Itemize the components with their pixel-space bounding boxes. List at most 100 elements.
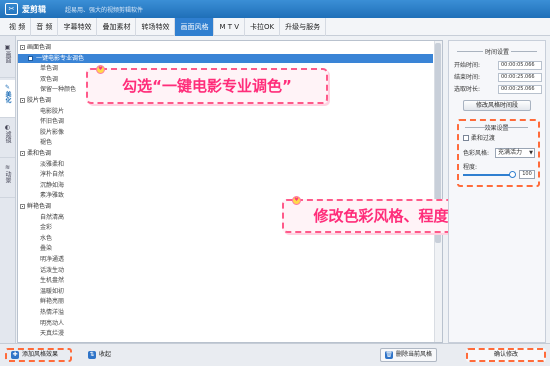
degree-slider-thumb[interactable]: [509, 171, 516, 178]
list-item-label: 话泼生动: [40, 266, 65, 274]
style-item[interactable]: 鲜艳亮丽: [40, 297, 64, 306]
style-item[interactable]: 淳朴自然: [40, 170, 64, 179]
main-menu-bar: 视 频音 频字幕特效 叠加素材 转场特效 画面风格 M T V 卡拉OK 升级与服务: [0, 17, 550, 36]
add-style-effect-button[interactable]: ✚ 添加风格效果: [5, 348, 72, 362]
style-item[interactable]: 怀旧色调: [40, 117, 64, 126]
time-row-start: 开始时间: 00:00:05.066: [454, 61, 542, 70]
list-item-label: 怀旧色调: [40, 118, 65, 126]
list-item-label: 胶片影像: [40, 128, 65, 136]
style-item[interactable]: 话泼生动: [40, 266, 64, 275]
list-item-label: 生机盎然: [40, 277, 65, 285]
side-tab-1[interactable]: ✎ 美化: [0, 80, 15, 118]
category-header[interactable]: 胶片色调: [20, 96, 51, 105]
list-item-label: 明亮动人: [40, 319, 65, 327]
settings-panel: 时间设置 开始时间: 00:00:05.066 结束时间: 00:00:25.066…: [448, 40, 546, 343]
style-item[interactable]: 叠染: [40, 244, 52, 253]
menu-tab-4[interactable]: 转场特效: [136, 17, 176, 36]
app-name: 爱剪辑: [22, 5, 46, 14]
list-item-label: 一键电影专业调色: [36, 54, 85, 62]
list-item-label: 温暖如初: [40, 287, 65, 295]
list-item-label: 淡雅柔和: [40, 160, 65, 168]
list-item-label: 鲜艳色调: [27, 203, 52, 210]
motion-icon: ≋: [4, 164, 11, 171]
degree-slider-track[interactable]: [463, 174, 513, 176]
time-row-duration: 选取时长: 00:00:25.066: [454, 85, 542, 94]
style-item[interactable]: 温暖如初: [40, 287, 64, 296]
list-item-label: 褪色: [40, 139, 53, 147]
style-item[interactable]: 双色调: [40, 75, 58, 84]
style-item[interactable]: 明净通透: [40, 255, 64, 264]
callout-pin-icon: ♥: [96, 65, 105, 74]
app-logo-icon: ✂: [5, 3, 18, 15]
style-item[interactable]: 天真烂漫: [40, 329, 64, 338]
list-scrollbar[interactable]: [434, 41, 442, 342]
bottom-toolbar: ✚ 添加风格效果 ⇅ 收起 🗑 删除当前风格 确认修改: [0, 343, 550, 366]
style-item[interactable]: 淡雅柔和: [40, 160, 64, 169]
style-item[interactable]: 素净雅致: [40, 191, 64, 200]
category-header[interactable]: 柔和色调: [20, 149, 51, 158]
list-item-label: 画面色调: [27, 44, 52, 51]
collapse-toggle-icon[interactable]: [20, 98, 25, 103]
selected-checkbox[interactable]: [28, 55, 33, 61]
modify-time-range-button[interactable]: 修改风格时间段: [463, 100, 531, 111]
style-item[interactable]: 沉静如海: [40, 181, 64, 190]
list-item-label: 金彩: [40, 224, 53, 232]
side-tab-label: 动景: [4, 171, 11, 183]
collapse-button[interactable]: ⇅ 收起: [84, 348, 115, 362]
side-tab-0[interactable]: ▣ 画面: [0, 40, 15, 78]
soft-transition-checkbox[interactable]: [463, 135, 469, 141]
side-tab-label: 滤镜: [4, 131, 11, 143]
style-item[interactable]: 明亮动人: [40, 319, 64, 328]
time-row-end: 结束时间: 00:00:25.066: [454, 73, 542, 82]
collapse-toggle-icon[interactable]: [20, 45, 25, 50]
effect-settings-box: 效果设置 柔和过渡 色彩风格: 充满活力 ▼ 程度: 100: [457, 119, 540, 187]
end-time-field[interactable]: 00:00:25.066: [498, 73, 542, 82]
menu-tab-6[interactable]: M T V: [214, 17, 246, 36]
menu-tab-0[interactable]: 视 频: [4, 17, 32, 36]
menu-tab-5[interactable]: 画面风格: [175, 17, 215, 36]
color-style-select[interactable]: 充满活力 ▼: [495, 148, 535, 158]
trash-icon: 🗑: [385, 351, 393, 359]
style-item[interactable]: 水色: [40, 234, 52, 243]
start-time-field[interactable]: 00:00:05.066: [498, 61, 542, 70]
color-style-value: 充满活力: [498, 149, 523, 156]
duration-field[interactable]: 00:00:25.066: [498, 85, 542, 94]
style-item[interactable]: 保留一种颜色: [40, 85, 76, 94]
style-item[interactable]: 生机盎然: [40, 276, 64, 285]
category-header[interactable]: 鲜艳色调: [20, 202, 51, 211]
confirm-modify-button[interactable]: 确认修改: [466, 348, 546, 362]
callout-modify-text: 修改色彩风格、程度: [313, 207, 449, 225]
list-item-label: 柔和色调: [27, 150, 52, 157]
chevron-down-icon: ▼: [529, 150, 533, 156]
add-effect-icon: ✚: [11, 351, 19, 359]
collapse-toggle-icon[interactable]: [20, 204, 25, 209]
side-tab-3[interactable]: ≋ 动景: [0, 160, 15, 198]
style-item[interactable]: 自然清高: [40, 213, 64, 222]
list-item-label: 鲜艳亮丽: [40, 298, 65, 306]
category-header[interactable]: 画面色调: [20, 43, 51, 52]
menu-tab-2[interactable]: 字幕特效: [58, 17, 98, 36]
style-item[interactable]: 金彩: [40, 223, 52, 232]
style-item[interactable]: 单色调: [40, 64, 58, 73]
side-tab-2[interactable]: ◐ 滤镜: [0, 120, 15, 158]
style-item[interactable]: 电影胶片: [40, 107, 64, 116]
list-item-label: 胶片色调: [27, 97, 52, 104]
magic-wand-icon: ✎: [4, 84, 11, 91]
callout-check-one-click-film: ♥ 勾选“一键电影专业调色”: [86, 65, 328, 104]
style-item[interactable]: 热情洋溢: [40, 308, 64, 317]
list-item-label: 水色: [40, 234, 53, 242]
menu-tab-7[interactable]: 卡拉OK: [245, 17, 281, 36]
callout-check-text: 勾选“一键电影专业调色”: [122, 77, 292, 95]
degree-label: 程度:: [463, 164, 478, 171]
degree-value-field[interactable]: 100: [519, 170, 535, 179]
collapse-toggle-icon[interactable]: [20, 151, 25, 156]
selected-style-item[interactable]: 一键电影专业调色: [18, 53, 433, 63]
list-item-label: 自然清高: [40, 213, 65, 221]
style-item[interactable]: 褪色: [40, 138, 52, 147]
style-item[interactable]: 胶片影像: [40, 128, 64, 137]
side-tab-label: 美化: [4, 91, 11, 103]
delete-style-button[interactable]: 🗑 删除当前风格: [380, 348, 438, 362]
menu-tab-1[interactable]: 音 频: [31, 17, 59, 36]
menu-tab-8[interactable]: 升级与服务: [280, 17, 327, 36]
menu-tab-3[interactable]: 叠加素材: [97, 17, 137, 36]
